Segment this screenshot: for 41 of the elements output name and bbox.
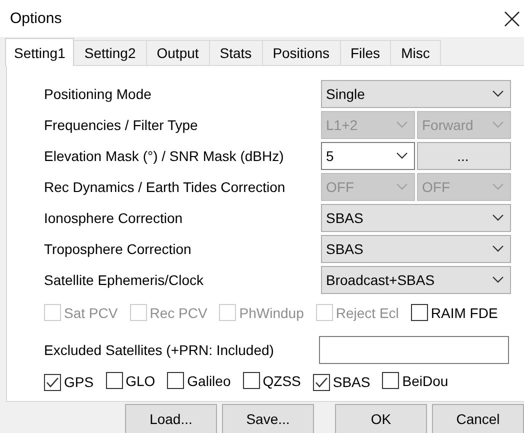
tab[interactable]: Misc: [390, 40, 441, 65]
checkbox[interactable]: GLO: [106, 372, 156, 389]
chevron-down-icon: [396, 152, 408, 159]
dialog-button[interactable]: OK: [335, 404, 427, 433]
input-field[interactable]: [319, 336, 509, 364]
setting-label: Frequencies / Filter Type: [44, 116, 199, 132]
chevron-down-icon: [492, 183, 504, 190]
window-title: Options: [10, 10, 62, 27]
checkbox[interactable]: QZSS: [242, 372, 301, 389]
dropdown[interactable]: 5: [321, 142, 415, 170]
chevron-down-icon: [492, 245, 504, 252]
setting-label: Troposphere Correction: [44, 240, 192, 256]
chevron-down-icon: [492, 90, 504, 97]
chevron-down-icon: [492, 214, 504, 221]
dialog-button[interactable]: Save...: [222, 404, 314, 433]
check-icon: [314, 376, 328, 388]
setting-label: Satellite Ephemeris/Clock: [44, 272, 205, 288]
setting-label: Elevation Mask (°) / SNR Mask (dBHz): [44, 148, 285, 164]
dropdown[interactable]: Broadcast+SBAS: [321, 266, 511, 294]
checkbox[interactable]: RAIM FDE: [410, 304, 498, 321]
checkbox[interactable]: GPS: [44, 374, 94, 390]
tab[interactable]: Setting1: [5, 38, 74, 66]
dropdown[interactable]: SBAS: [321, 234, 511, 262]
close-icon[interactable]: [504, 10, 520, 26]
chevron-down-icon: [396, 121, 408, 128]
chevron-down-icon: [492, 276, 504, 283]
setting-label: Positioning Mode: [44, 86, 152, 102]
dialog-button[interactable]: Load...: [125, 404, 217, 433]
browse-button[interactable]: ...: [417, 142, 511, 170]
field-label: Excluded Satellites (+PRN: Included): [44, 342, 275, 358]
check-icon: [46, 376, 59, 388]
dropdown[interactable]: SBAS: [321, 204, 511, 232]
chevron-down-icon: [396, 183, 408, 190]
setting-label: Ionosphere Correction: [44, 210, 184, 226]
dropdown[interactable]: Single: [321, 80, 511, 108]
setting-label: Rec Dynamics / Earth Tides Correction: [44, 178, 286, 194]
chevron-down-icon: [492, 121, 504, 128]
checkbox[interactable]: BeiDou: [382, 372, 448, 389]
dialog-button[interactable]: Cancel: [432, 404, 524, 433]
checkbox[interactable]: SBAS: [312, 374, 370, 390]
checkbox[interactable]: Galileo: [167, 372, 231, 389]
